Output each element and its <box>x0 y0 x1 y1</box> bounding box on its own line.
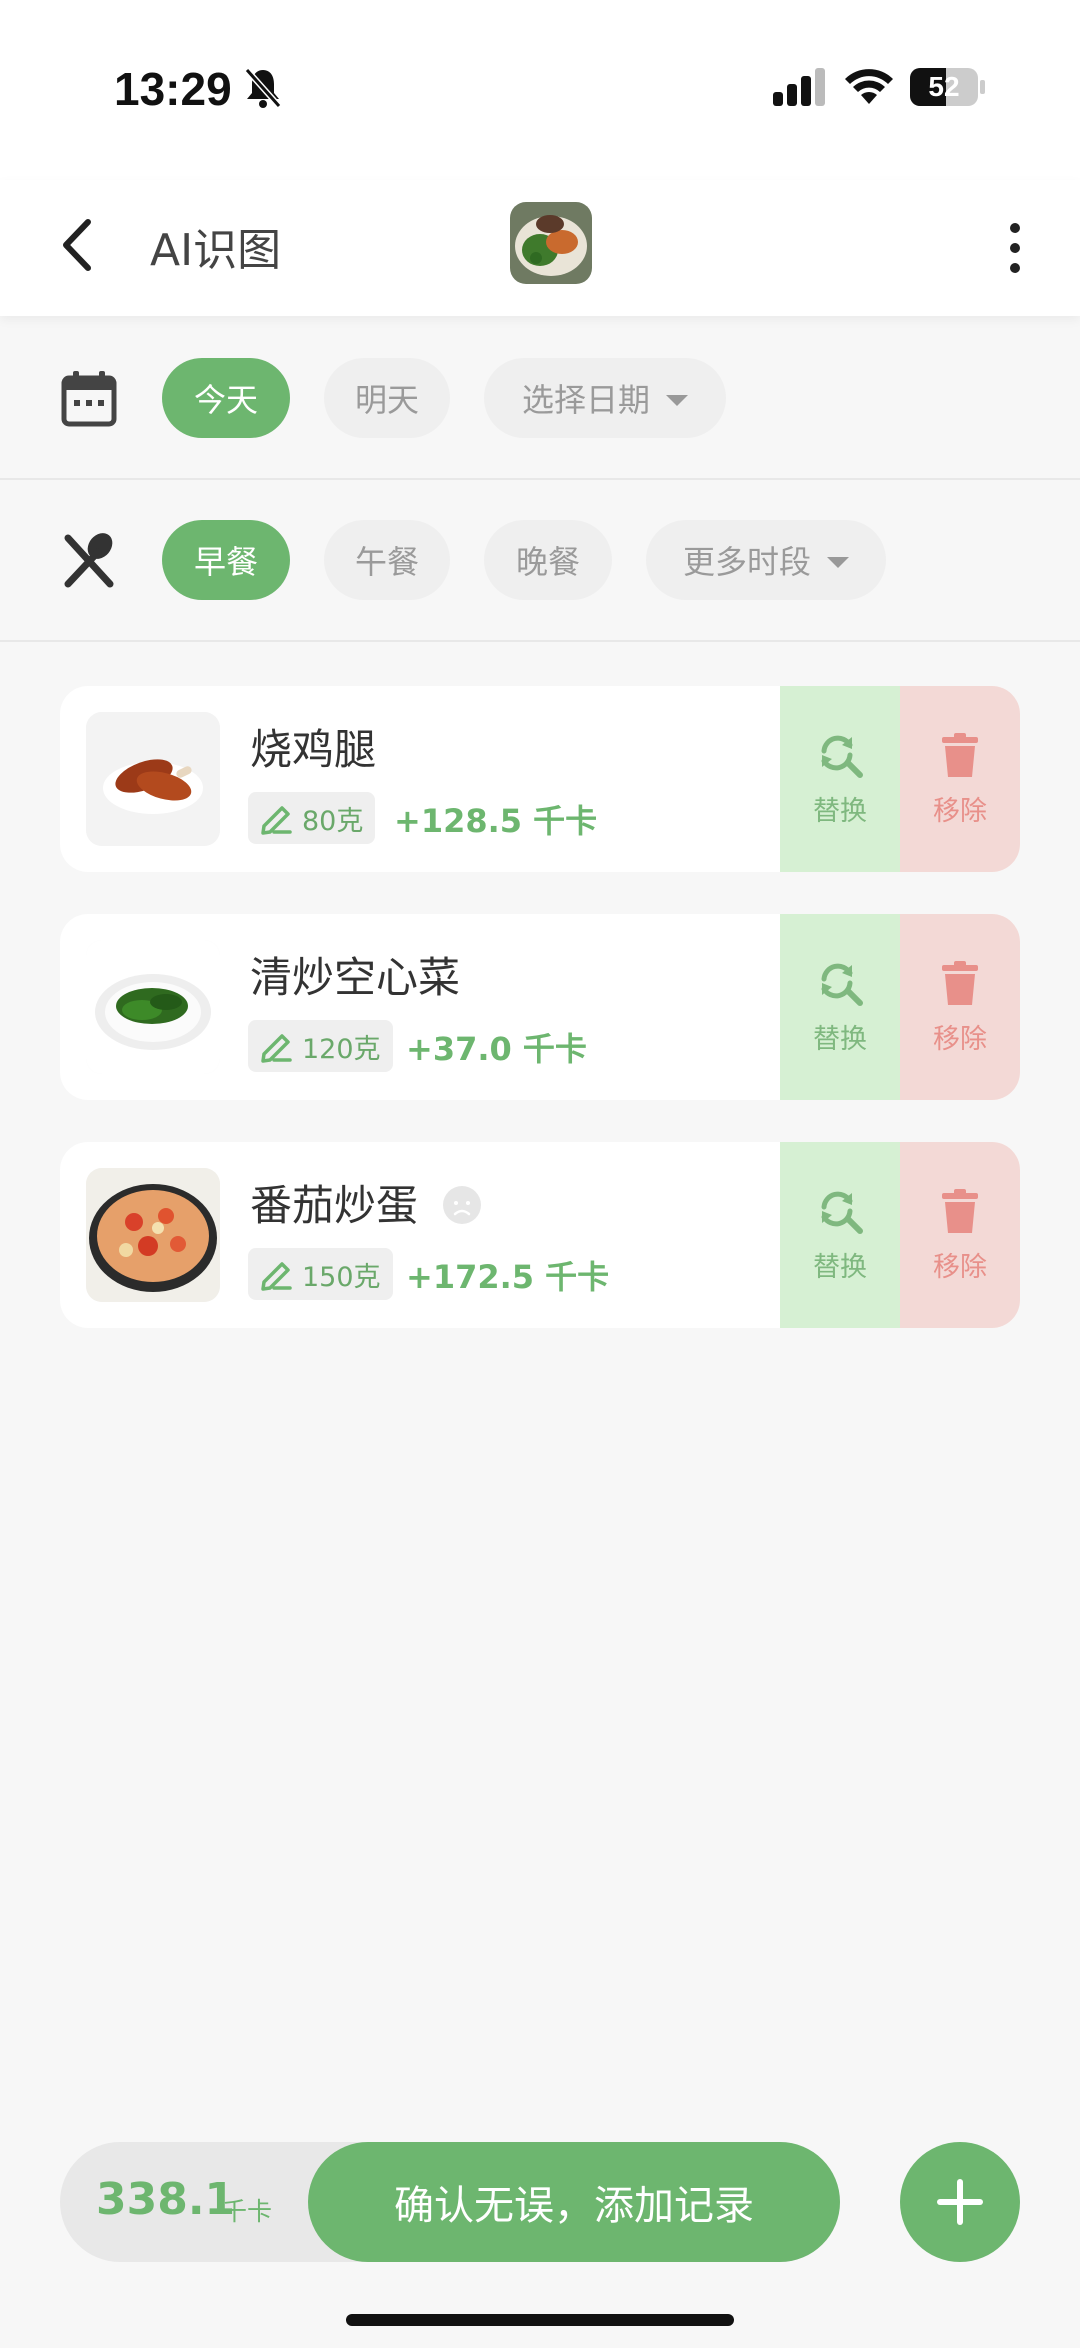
weight-edit-button[interactable]: 120克 <box>248 1020 393 1072</box>
remove-label: 移除 <box>933 795 987 827</box>
replace-button[interactable]: 替换 <box>780 1142 900 1328</box>
total-calories-unit: 千卡 <box>222 2197 273 2226</box>
food-name: 烧鸡腿 <box>250 725 377 774</box>
food-image-water-spinach <box>86 940 220 1074</box>
food-name-text: 番茄炒蛋 <box>250 1181 419 1230</box>
caret-down-icon <box>666 394 688 406</box>
food-image-chicken-leg <box>86 712 220 846</box>
chip-more-periods[interactable]: 更多时段 <box>646 520 886 600</box>
replace-button[interactable]: 替换 <box>780 686 900 872</box>
status-bar: 13:29 52 <box>0 0 1080 180</box>
wifi-icon <box>845 69 893 104</box>
home-indicator[interactable] <box>346 2314 734 2326</box>
remove-button[interactable]: 移除 <box>900 1142 1020 1328</box>
remove-button[interactable]: 移除 <box>900 686 1020 872</box>
caret-down-icon <box>827 556 849 568</box>
replace-label: 替换 <box>813 1251 867 1283</box>
calendar-icon <box>61 371 117 427</box>
replace-label: 替换 <box>813 795 867 827</box>
chip-tomorrow[interactable]: 明天 <box>324 358 450 438</box>
kcal-value: +37.0 千卡 <box>406 1030 587 1068</box>
status-time: 13:29 <box>114 63 232 115</box>
plus-icon <box>937 2179 983 2225</box>
weight-value: 150克 <box>302 1261 381 1293</box>
remove-label: 移除 <box>933 1023 987 1055</box>
chip-more-periods-label: 更多时段 <box>682 543 811 581</box>
battery-level: 52 <box>928 71 960 102</box>
food-name: 番茄炒蛋 <box>250 1172 482 1233</box>
chip-lunch[interactable]: 午餐 <box>324 520 450 600</box>
back-icon[interactable] <box>52 210 102 280</box>
kcal-value: +128.5 千卡 <box>394 802 598 840</box>
add-food-button[interactable] <box>900 2142 1020 2262</box>
trash-icon <box>942 732 978 777</box>
trash-icon <box>942 960 978 1005</box>
weight-value: 120克 <box>302 1033 381 1065</box>
weight-edit-button[interactable]: 80克 <box>248 792 376 844</box>
refresh-search-icon <box>821 735 863 778</box>
replace-button[interactable]: 替换 <box>780 914 900 1100</box>
sad-face-icon[interactable] <box>443 1185 482 1224</box>
bell-muted-icon <box>244 68 282 108</box>
page-title: AI识图 <box>150 225 282 276</box>
meal-filter-row: 早餐 午餐 晚餐 更多时段 <box>0 482 1080 642</box>
fork-spoon-icon <box>64 533 114 588</box>
chip-dinner[interactable]: 晚餐 <box>484 520 612 600</box>
battery-icon: 52 <box>910 68 986 106</box>
weight-value: 80克 <box>302 805 364 837</box>
chip-today[interactable]: 今天 <box>162 358 290 438</box>
cellular-signal-icon <box>773 68 825 106</box>
app-header: AI识图 <box>0 180 1080 316</box>
refresh-search-icon <box>821 1191 863 1234</box>
food-card: 番茄炒蛋 150克 +172.5 千卡 替换 移除 <box>60 1142 1020 1328</box>
weight-edit-button[interactable]: 150克 <box>248 1248 393 1300</box>
food-card: 清炒空心菜 120克 +37.0 千卡 替换 移除 <box>60 914 1020 1100</box>
food-image-tomato-egg <box>86 1168 220 1302</box>
recognized-photo-thumbnail[interactable] <box>510 202 592 284</box>
pencil-edit-icon <box>261 806 292 835</box>
chip-select-date[interactable]: 选择日期 <box>484 358 726 438</box>
kcal-value: +172.5 千卡 <box>406 1258 610 1296</box>
refresh-search-icon <box>821 963 863 1006</box>
chip-breakfast[interactable]: 早餐 <box>162 520 290 600</box>
total-calories-value: 338.1 <box>96 2174 236 2225</box>
replace-label: 替换 <box>813 1023 867 1055</box>
date-filter-row: 今天 明天 选择日期 <box>0 320 1080 480</box>
chip-select-date-label: 选择日期 <box>521 381 650 419</box>
remove-button[interactable]: 移除 <box>900 914 1020 1100</box>
trash-icon <box>942 1188 978 1233</box>
remove-label: 移除 <box>933 1251 987 1283</box>
pencil-edit-icon <box>261 1262 292 1291</box>
pencil-edit-icon <box>261 1034 292 1063</box>
confirm-add-record-button[interactable]: 确认无误，添加记录 <box>308 2142 840 2262</box>
more-vertical-icon[interactable] <box>1000 218 1030 278</box>
food-name: 清炒空心菜 <box>250 953 461 1002</box>
food-card: 烧鸡腿 80克 +128.5 千卡 替换 移除 <box>60 686 1020 872</box>
